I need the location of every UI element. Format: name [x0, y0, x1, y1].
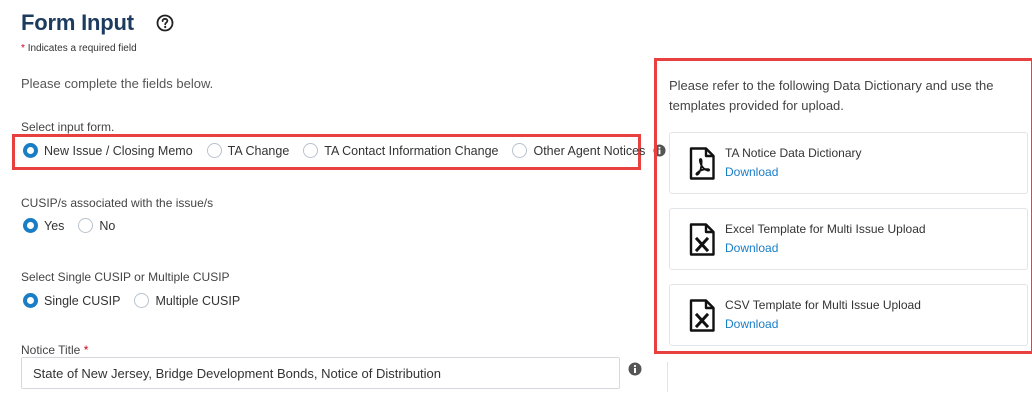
column-divider — [667, 362, 668, 392]
doc-name: TA Notice Data Dictionary — [725, 146, 862, 160]
radio-label: Yes — [44, 218, 65, 233]
cusip-mode-label: Select Single CUSIP or Multiple CUSIP — [21, 270, 230, 284]
doc-card-excel-template: Excel Template for Multi Issue Upload Do… — [669, 208, 1028, 270]
radio-label: TA Change — [227, 143, 290, 158]
radio-label: Multiple CUSIP — [155, 293, 241, 308]
radio-label: Single CUSIP — [44, 293, 121, 308]
download-link[interactable]: Download — [725, 317, 778, 331]
notice-title-label: Notice Title * — [21, 343, 88, 357]
required-star: * — [83, 343, 89, 357]
radio-circle[interactable] — [23, 143, 38, 158]
instructions-text: Please complete the fields below. — [21, 76, 214, 91]
question-circle-icon[interactable] — [156, 14, 174, 32]
radio-label: No — [99, 218, 116, 233]
radio-circle[interactable] — [206, 143, 222, 158]
radio-ta-contact-change[interactable]: TA Contact Information Change — [303, 143, 498, 158]
required-note-text: Indicates a required field — [27, 43, 137, 54]
radio-other-agent-notices[interactable]: Other Agent Notices — [512, 143, 645, 158]
radio-circle[interactable] — [23, 218, 38, 233]
radio-new-issue[interactable]: New Issue / Closing Memo — [23, 143, 193, 158]
radio-circle[interactable] — [23, 293, 38, 308]
doc-card-csv-template: CSV Template for Multi Issue Upload Down… — [669, 284, 1028, 346]
excel-file-icon — [689, 223, 715, 256]
radio-multiple-cusip[interactable]: Multiple CUSIP — [134, 293, 240, 308]
radio-label: Other Agent Notices — [533, 143, 646, 158]
download-link[interactable]: Download — [725, 165, 778, 179]
radio-label: New Issue / Closing Memo — [44, 143, 193, 158]
page-title: Form Input — [21, 10, 134, 35]
doc-name: Excel Template for Multi Issue Upload — [725, 222, 926, 236]
radio-circle[interactable] — [303, 143, 319, 158]
csv-file-icon — [689, 299, 715, 332]
radio-ta-change[interactable]: TA Change — [206, 143, 290, 158]
radio-no[interactable]: No — [78, 218, 115, 233]
cusip-mode-radio-group: Single CUSIP Multiple CUSIP — [23, 293, 254, 308]
notice-title-input[interactable]: State of New Jersey, Bridge Development … — [21, 357, 620, 389]
notice-title-value: State of New Jersey, Bridge Development … — [33, 365, 442, 381]
radio-circle[interactable] — [78, 218, 94, 233]
radio-single-cusip[interactable]: Single CUSIP — [23, 293, 120, 308]
doc-name: CSV Template for Multi Issue Upload — [725, 298, 921, 312]
resources-intro: Please refer to the following Data Dicti… — [669, 78, 994, 113]
doc-card-data-dictionary: TA Notice Data Dictionary Download — [669, 132, 1028, 194]
radio-yes[interactable]: Yes — [23, 218, 64, 233]
notice-title-label-text: Notice Title — [21, 343, 81, 357]
title-row: Form Input — [21, 10, 174, 36]
radio-label: TA Contact Information Change — [324, 143, 499, 158]
cusip-assoc-radio-group: Yes No — [23, 218, 129, 233]
radio-circle[interactable] — [134, 293, 150, 308]
required-field-note: * Indicates a required field — [21, 43, 137, 54]
required-star: * — [21, 43, 25, 54]
download-link[interactable]: Download — [725, 241, 778, 255]
input-form-radio-group: New Issue / Closing Memo TA Change TA Co… — [23, 143, 666, 158]
pdf-file-icon — [689, 147, 715, 180]
cusip-assoc-label: CUSIP/s associated with the issue/s — [21, 196, 214, 210]
info-circle-icon[interactable] — [628, 362, 642, 376]
radio-circle[interactable] — [512, 143, 528, 158]
input-form-label: Select input form. — [21, 120, 115, 134]
